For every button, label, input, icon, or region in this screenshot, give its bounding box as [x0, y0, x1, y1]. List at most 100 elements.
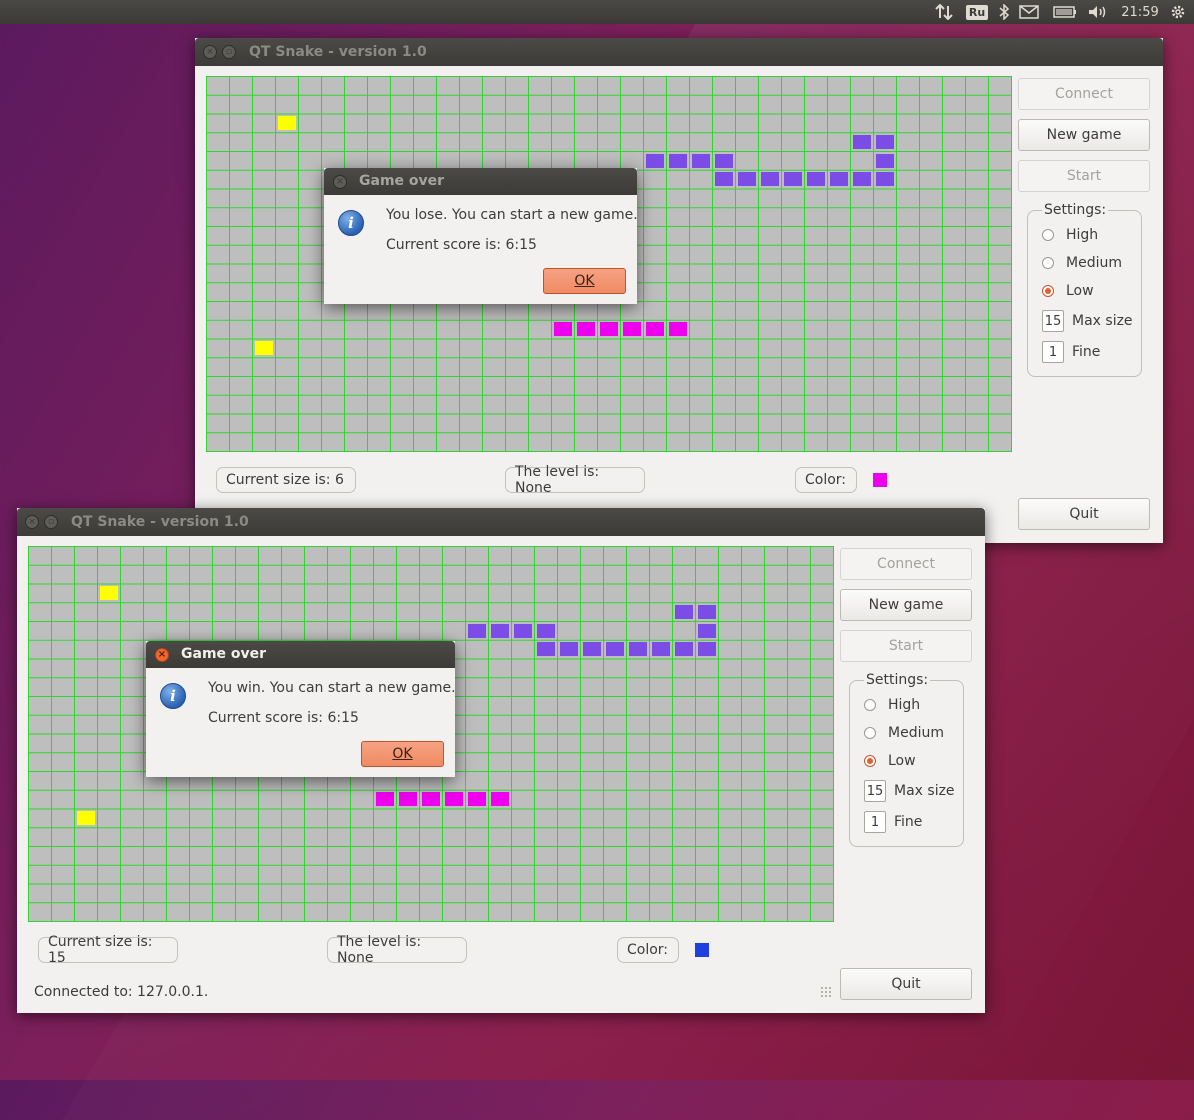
radio-low[interactable]: Low [1042, 281, 1094, 301]
snake-cell [376, 792, 394, 807]
titlebar: × ▫ QT Snake - version 1.0 [17, 508, 985, 536]
info-icon: i [338, 210, 364, 236]
dialog-titlebar: × Game over [146, 641, 455, 668]
radio-button[interactable] [1042, 229, 1054, 241]
snake-cell [715, 153, 733, 168]
snake-cell [876, 153, 894, 168]
snake-cell [646, 322, 664, 337]
connect-button[interactable]: Connect [840, 548, 972, 580]
minimize-icon[interactable]: ▫ [44, 515, 58, 529]
color-label: Color: [617, 937, 679, 963]
snake-cell [675, 604, 693, 619]
snake-cell [399, 792, 417, 807]
max-size-spinbox[interactable]: 15 [864, 780, 886, 802]
snake-cell [876, 134, 894, 149]
new-game-button[interactable]: New game [1018, 119, 1150, 151]
max-size-row: 15 Max size [1042, 309, 1133, 333]
start-button[interactable]: Start [1018, 160, 1150, 192]
snake-cell [807, 172, 825, 187]
snake-window-top: × ▫ QT Snake - version 1.0 Connect New g… [195, 38, 1163, 543]
snake-cell [514, 623, 532, 638]
dialog-score: Current score is: 6:15 [208, 710, 359, 726]
snake-cell [830, 172, 848, 187]
battery-icon[interactable] [1052, 3, 1078, 21]
snake-cell [761, 172, 779, 187]
close-icon[interactable]: × [333, 175, 347, 189]
quit-button[interactable]: Quit [840, 968, 972, 1000]
ok-button[interactable]: OK [543, 268, 626, 294]
snake-cell [560, 642, 578, 657]
level-label: The level is: None [327, 934, 467, 966]
radio-label: Low [1066, 283, 1094, 299]
snake-cell [468, 792, 486, 807]
fine-row: 1 Fine [864, 810, 922, 834]
food-cell [278, 116, 296, 130]
snake-cell [600, 322, 618, 337]
minimize-icon[interactable]: ▫ [222, 45, 236, 59]
keyboard-layout-icon[interactable]: Ru [965, 3, 989, 21]
top-panel: Ru 21:59 [0, 0, 1194, 24]
clock[interactable]: 21:59 [1120, 3, 1160, 21]
radio-label: Low [888, 753, 916, 769]
snake-cell [537, 623, 555, 638]
bluetooth-icon[interactable] [996, 3, 1012, 21]
gear-icon[interactable] [1168, 3, 1188, 21]
radio-label: High [1066, 227, 1099, 243]
snake-cell [652, 642, 670, 657]
snake-cell [853, 134, 871, 149]
titlebar: × ▫ QT Snake - version 1.0 [195, 38, 1163, 66]
snake-cell [537, 642, 555, 657]
resize-grip[interactable] [820, 986, 832, 998]
connect-button[interactable]: Connect [1018, 78, 1150, 110]
fine-row: 1 Fine [1042, 340, 1100, 364]
fine-spinbox[interactable]: 1 [864, 811, 886, 833]
radio-high[interactable]: High [1042, 225, 1098, 245]
snake-cell [715, 172, 733, 187]
snake-cell [491, 623, 509, 638]
snake-window-bottom: × ▫ QT Snake - version 1.0 Connect New g… [17, 508, 985, 1013]
radio-button-checked[interactable] [1042, 285, 1054, 297]
close-icon[interactable]: × [25, 515, 39, 529]
settings-group: Settings: High Medium Low 15 Max size 1 Fi… [1027, 202, 1142, 377]
keyboard-layout-label: Ru [965, 4, 989, 20]
food-cell [77, 811, 95, 825]
radio-medium[interactable]: Medium [864, 723, 944, 743]
network-arrows-icon[interactable] [934, 3, 954, 21]
close-icon[interactable]: × [203, 45, 217, 59]
snake-cell [692, 153, 710, 168]
food-cell [100, 586, 118, 600]
game-over-dialog: × Game over i You lose. You can start a … [324, 168, 638, 304]
fine-spinbox[interactable]: 1 [1042, 341, 1064, 363]
snake-cell [738, 172, 756, 187]
dialog-score: Current score is: 6:15 [386, 237, 537, 253]
current-size-label: Current size is: 15 [38, 934, 178, 966]
snake-cell [698, 642, 716, 657]
snake-cell [491, 792, 509, 807]
food-cell [255, 341, 273, 355]
color-swatch [873, 473, 887, 487]
game-over-dialog: × Game over i You win. You can start a n… [146, 641, 456, 777]
radio-low[interactable]: Low [864, 751, 916, 771]
snake-cell [646, 153, 664, 168]
radio-high[interactable]: High [864, 695, 920, 715]
max-size-label: Max size [1072, 313, 1133, 329]
snake-cell [698, 604, 716, 619]
volume-icon[interactable] [1087, 3, 1109, 21]
start-button[interactable]: Start [840, 630, 972, 662]
max-size-spinbox[interactable]: 15 [1042, 310, 1064, 332]
close-icon[interactable]: × [155, 648, 169, 662]
quit-button[interactable]: Quit [1018, 498, 1150, 530]
radio-medium[interactable]: Medium [1042, 253, 1122, 273]
radio-button-checked[interactable] [864, 755, 876, 767]
dialog-message: You win. You can start a new game. [208, 680, 456, 696]
new-game-button[interactable]: New game [840, 589, 972, 621]
dialog-title: Game over [181, 646, 267, 662]
snake-cell [623, 322, 641, 337]
dialog-title: Game over [359, 173, 445, 189]
snake-cell [606, 642, 624, 657]
ok-button[interactable]: OK [361, 741, 444, 767]
radio-button[interactable] [864, 727, 876, 739]
mail-icon[interactable] [1018, 3, 1040, 21]
radio-button[interactable] [1042, 257, 1054, 269]
radio-button[interactable] [864, 699, 876, 711]
